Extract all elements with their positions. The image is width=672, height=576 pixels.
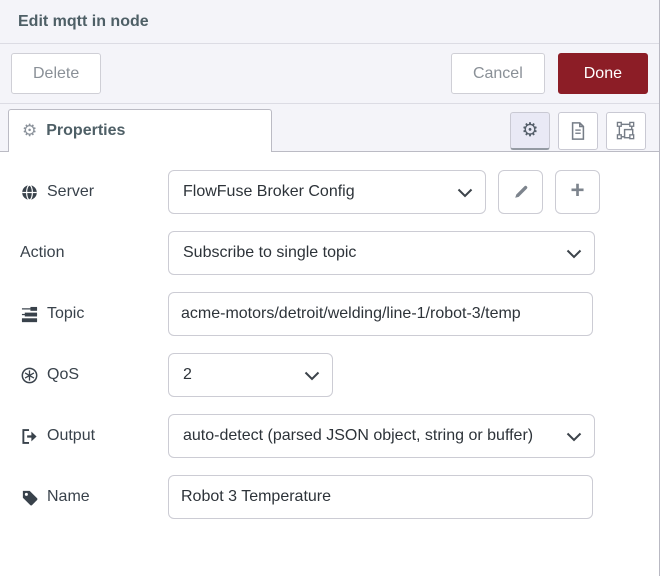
tab-properties-label: Properties (46, 122, 126, 139)
topic-label: Topic (20, 305, 168, 323)
output-select-value: auto-detect (parsed JSON object, string … (183, 427, 534, 444)
qos-select-value: 2 (183, 366, 192, 383)
output-row: Output auto-detect (parsed JSON object, … (20, 414, 659, 458)
properties-tab-button[interactable]: ⚙ (510, 112, 550, 150)
action-row: Action Subscribe to single topic (20, 231, 659, 275)
pencil-icon (514, 185, 527, 198)
chevron-down-icon (566, 432, 582, 442)
chevron-down-icon (304, 371, 320, 381)
qos-row: QoS 2 (20, 353, 659, 397)
edit-mqtt-node-dialog: Edit mqtt in node Delete Cancel Done ⚙ P… (0, 0, 660, 576)
name-input[interactable] (168, 475, 593, 519)
action-select-value: Subscribe to single topic (183, 244, 357, 261)
qos-label: QoS (20, 366, 168, 384)
server-select[interactable]: FlowFuse Broker Config (168, 170, 486, 214)
globe-icon (20, 184, 38, 201)
server-label: Server (20, 183, 168, 201)
chevron-down-icon (566, 249, 582, 259)
server-row: Server FlowFuse Broker Config + (20, 170, 659, 214)
dialog-toolbar: Delete Cancel Done (0, 44, 659, 104)
properties-form: Server FlowFuse Broker Config + Action S… (0, 152, 659, 519)
plus-icon: + (570, 177, 585, 204)
sign-out-icon (20, 428, 38, 445)
action-select[interactable]: Subscribe to single topic (168, 231, 595, 275)
properties-gear-icon: ⚙ (22, 120, 38, 141)
output-label: Output (20, 427, 168, 445)
tag-icon (20, 489, 38, 506)
name-label: Name (20, 488, 168, 506)
qos-select[interactable]: 2 (168, 353, 333, 397)
description-tab-button[interactable] (558, 112, 598, 150)
action-label: Action (20, 244, 65, 261)
server-select-value: FlowFuse Broker Config (183, 183, 355, 200)
tasks-icon (20, 306, 38, 323)
appearance-group-icon (616, 121, 634, 139)
name-row: Name (20, 475, 659, 519)
description-icon (571, 122, 585, 140)
output-select[interactable]: auto-detect (parsed JSON object, string … (168, 414, 595, 458)
cancel-button[interactable]: Cancel (450, 53, 545, 94)
dialog-header: Edit mqtt in node (0, 0, 659, 44)
tab-properties[interactable]: ⚙ Properties (8, 109, 272, 152)
dialog-title: Edit mqtt in node (18, 12, 149, 30)
delete-button[interactable]: Delete (11, 53, 102, 94)
tab-bar: ⚙ Properties ⚙ (0, 104, 659, 152)
topic-row: Topic (20, 292, 659, 336)
done-button[interactable]: Done (557, 53, 648, 94)
tab-icon-buttons: ⚙ (510, 112, 646, 150)
chevron-down-icon (457, 188, 473, 198)
gear-icon: ⚙ (521, 119, 539, 141)
appearance-tab-button[interactable] (606, 112, 646, 150)
edit-server-button[interactable] (498, 170, 543, 214)
topic-input[interactable] (168, 292, 593, 336)
qos-circle-asterisk-icon (20, 367, 38, 384)
add-server-button[interactable]: + (555, 170, 600, 214)
